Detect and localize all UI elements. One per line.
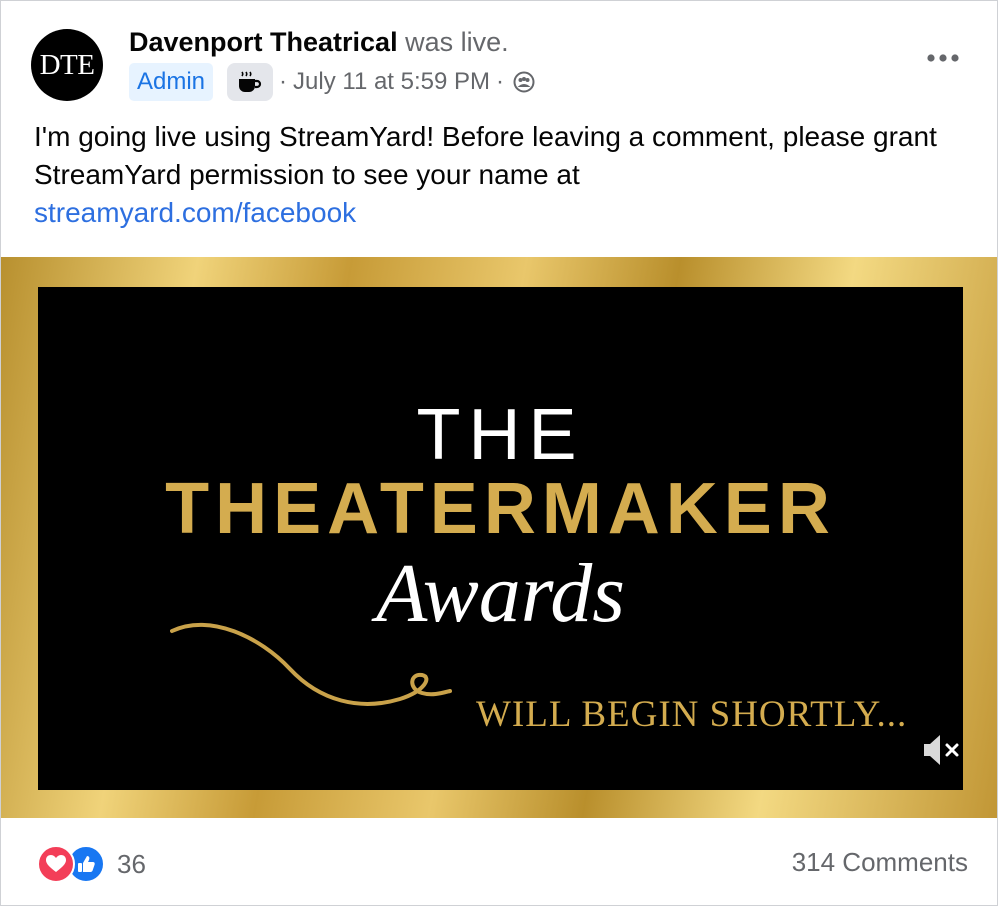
video-title-line2: THEATERMAKER bbox=[165, 469, 836, 549]
post-card: DTE Davenport Theatrical was live. Admin… bbox=[0, 0, 998, 906]
reaction-count[interactable]: 36 bbox=[117, 849, 146, 880]
live-video-player[interactable]: THE THEATERMAKER Awards WILL BEGIN SHORT… bbox=[38, 287, 963, 790]
streamyard-link[interactable]: streamyard.com/facebook bbox=[34, 194, 964, 232]
meta-separator: · bbox=[496, 68, 505, 95]
live-video-frame: THE THEATERMAKER Awards WILL BEGIN SHORT… bbox=[1, 257, 997, 818]
comments-count-link[interactable]: 314 Comments bbox=[792, 847, 968, 878]
page-name-link[interactable]: Davenport Theatrical bbox=[129, 27, 398, 57]
post-meta: Admin · July 11 at 5:59 PM · bbox=[129, 63, 536, 101]
admin-badge[interactable]: Admin bbox=[129, 63, 214, 101]
reactions-summary[interactable]: 36 bbox=[37, 845, 146, 883]
gold-swirl-decoration bbox=[170, 622, 452, 706]
coffee-cup-icon[interactable] bbox=[227, 63, 274, 101]
more-horizontal-icon bbox=[927, 54, 959, 62]
video-subtitle: WILL BEGIN SHORTLY... bbox=[476, 694, 908, 735]
post-timestamp[interactable]: July 11 at 5:59 PM bbox=[293, 68, 490, 96]
post-body-text: I'm going live using StreamYard! Before … bbox=[34, 121, 937, 190]
post-footer: 36 314 Comments bbox=[1, 819, 997, 905]
live-status-text: was live. bbox=[405, 27, 509, 57]
love-reaction-icon bbox=[37, 845, 75, 883]
post-body: I'm going live using StreamYard! Before … bbox=[34, 118, 964, 232]
volume-muted-icon[interactable] bbox=[921, 730, 961, 770]
avatar-text: DTE bbox=[39, 48, 95, 81]
friends-audience-icon[interactable] bbox=[512, 70, 536, 94]
video-title-line1: THE bbox=[416, 395, 585, 475]
meta-separator: · bbox=[279, 68, 288, 95]
post-header: Davenport Theatrical was live. bbox=[129, 27, 509, 58]
page-avatar[interactable]: DTE bbox=[31, 29, 103, 101]
more-options-button[interactable] bbox=[923, 43, 963, 73]
